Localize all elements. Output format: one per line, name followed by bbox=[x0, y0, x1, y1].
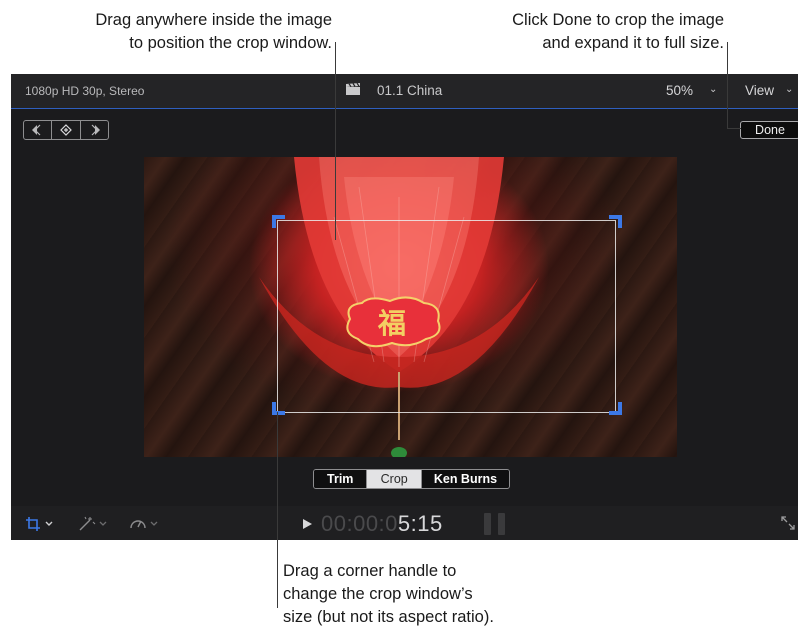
clapperboard-icon bbox=[346, 82, 360, 95]
zoom-menu[interactable]: 50% bbox=[666, 83, 693, 98]
keyframe-controls bbox=[23, 120, 109, 140]
keyframe-add-icon[interactable] bbox=[52, 121, 81, 139]
callout-corner-handle: Drag a corner handle to change the crop … bbox=[283, 562, 494, 626]
viewer-footer: 00:00:05:15 bbox=[11, 506, 798, 540]
crop-window[interactable] bbox=[277, 220, 616, 413]
speedometer-icon[interactable] bbox=[129, 516, 163, 532]
play-icon[interactable] bbox=[303, 519, 312, 529]
chevron-down-icon[interactable]: ⌄ bbox=[785, 84, 793, 95]
image-frame[interactable]: 福 bbox=[144, 157, 677, 457]
audio-meter-left bbox=[484, 513, 491, 535]
timecode-lit: 5:15 bbox=[397, 511, 443, 536]
leader-line bbox=[727, 128, 741, 129]
leader-line bbox=[335, 42, 336, 240]
chevron-down-icon[interactable]: ⌄ bbox=[709, 84, 717, 95]
leader-line bbox=[727, 42, 728, 128]
audio-meter-right bbox=[498, 513, 505, 535]
format-label: 1080p HD 30p, Stereo bbox=[25, 84, 145, 98]
view-menu[interactable]: View bbox=[745, 83, 774, 98]
timecode: 00:00:05:15 bbox=[321, 511, 443, 537]
magic-wand-icon[interactable] bbox=[77, 516, 111, 532]
crop-handle-bottom-right[interactable] bbox=[609, 402, 622, 415]
crop-icon[interactable] bbox=[25, 516, 55, 532]
fullscreen-icon[interactable] bbox=[781, 516, 795, 530]
mode-trim[interactable]: Trim bbox=[314, 470, 368, 488]
timecode-dim: 00:00:0 bbox=[321, 511, 398, 536]
done-button[interactable]: Done bbox=[740, 121, 798, 139]
clip-name: 01.1 China bbox=[377, 83, 443, 98]
keyframe-next-icon[interactable] bbox=[81, 121, 108, 139]
keyframe-prev-icon[interactable] bbox=[24, 121, 53, 139]
crop-handle-bottom-left[interactable] bbox=[272, 402, 285, 415]
viewer: 1080p HD 30p, Stereo 01.1 China 50% ⌄ Vi… bbox=[11, 74, 798, 540]
crop-mode-selector: Trim Crop Ken Burns bbox=[313, 469, 510, 489]
mode-ken-burns[interactable]: Ken Burns bbox=[420, 470, 509, 488]
crop-handle-top-left[interactable] bbox=[272, 215, 285, 228]
callout-done: Click Done to crop the image and expand … bbox=[512, 11, 724, 52]
mode-crop[interactable]: Crop bbox=[367, 470, 421, 488]
viewer-header: 1080p HD 30p, Stereo 01.1 China 50% ⌄ Vi… bbox=[11, 74, 798, 109]
leader-line bbox=[277, 412, 278, 608]
callout-position-crop: Drag anywhere inside the image to positi… bbox=[95, 11, 332, 52]
crop-handle-top-right[interactable] bbox=[609, 215, 622, 228]
